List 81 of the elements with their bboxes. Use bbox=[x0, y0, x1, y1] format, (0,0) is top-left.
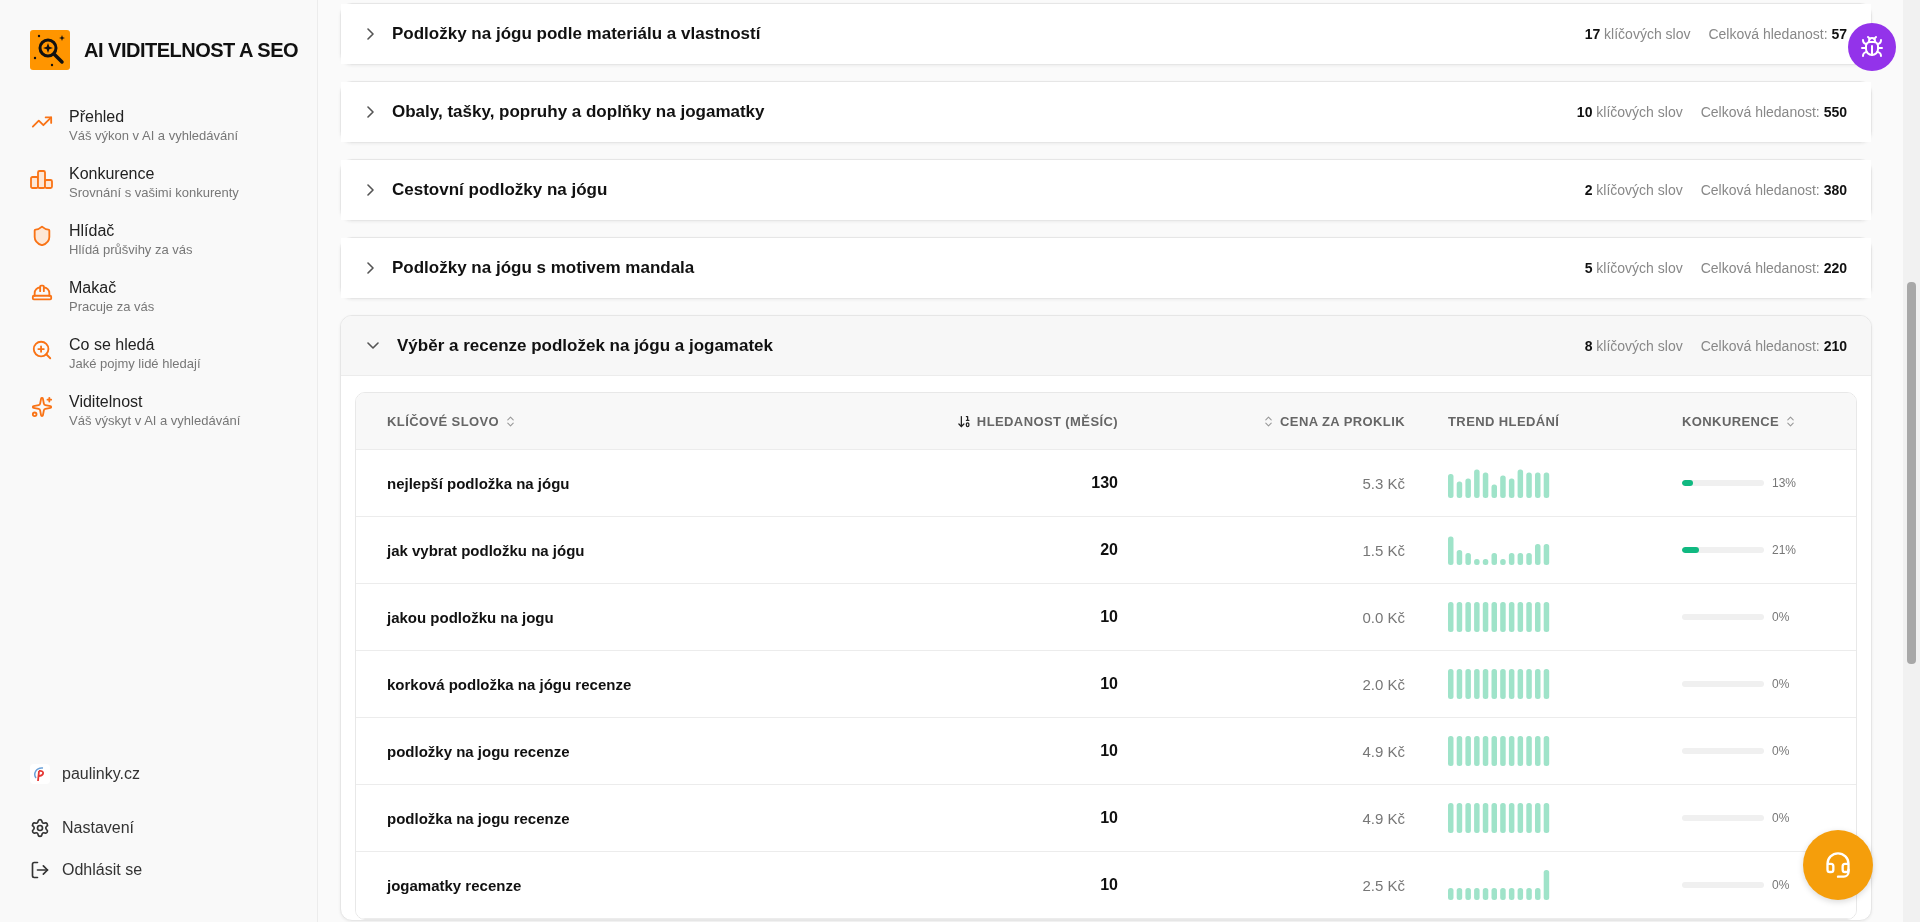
keyword-cell-text: jogamatky recenze bbox=[387, 876, 523, 894]
brand-title: AI VIDITELNOST A SEO bbox=[84, 38, 299, 62]
total-volume: Celková hledanost: 210 bbox=[1700, 337, 1847, 354]
total-volume: Celková hledanost: 57 bbox=[1708, 26, 1847, 42]
competition-percent: 13% bbox=[1772, 476, 1797, 490]
keyword-cell-text: podložka na jogu recenze bbox=[387, 809, 571, 827]
keyword-count: 5 klíčových slov bbox=[1584, 260, 1683, 276]
column-header[interactable]: KLÍČOVÉ SLOVO bbox=[387, 413, 858, 429]
column-header: TREND HLEDÁNÍ bbox=[1447, 413, 1561, 429]
site-name: paulinky.cz bbox=[62, 765, 140, 783]
chevron-right-icon bbox=[367, 184, 374, 196]
competition-percent: 21% bbox=[1772, 543, 1797, 557]
keyword-count: 2 klíčových slov bbox=[1584, 182, 1683, 198]
keyword-count: 10 klíčových slov bbox=[1576, 104, 1683, 120]
chevron-right-icon bbox=[367, 28, 374, 40]
group-title: Podložky na jógu podle materiálu a vlastností bbox=[392, 24, 762, 44]
total-volume: Celková hledanost: 220 bbox=[1700, 260, 1847, 276]
sparkle-icon bbox=[31, 396, 53, 418]
keyword-cell-text: korková podložka na jógu recenze bbox=[387, 675, 633, 693]
group-title: Cestovní podložky na jógu bbox=[392, 180, 609, 200]
bug-icon bbox=[1860, 35, 1884, 59]
keyword-cell-text: jak vybrat podložku na jógu bbox=[387, 541, 586, 559]
group-header[interactable]: Podložky na jógu podle materiálu a vlastností 17 klíčových slov Celková hledanost: 57 bbox=[341, 4, 1871, 64]
footer-link[interactable]: Odhlásit se bbox=[30, 860, 317, 880]
cpc-cell-text: 1.5 Kč bbox=[1361, 541, 1405, 559]
logo-icon bbox=[30, 30, 70, 70]
volume-cell-text: 10 bbox=[1099, 742, 1118, 760]
volume-cell-text: 20 bbox=[1099, 541, 1118, 559]
shield-icon bbox=[31, 225, 53, 247]
competition-percent: 0% bbox=[1772, 677, 1790, 691]
sort-descending-icon bbox=[956, 413, 972, 429]
group-header[interactable]: Výběr a recenze podložek na jógu a jogamatek 8 klíčových slov Celková hledanost: 210 bbox=[341, 316, 1871, 376]
nav-item[interactable]: Co se hledá Jaké pojmy lidé hledají bbox=[30, 336, 317, 371]
chevron-right-icon bbox=[367, 262, 374, 274]
search-icon bbox=[31, 339, 53, 361]
bug-report-button[interactable] bbox=[1848, 23, 1896, 71]
footer-link[interactable]: Nastavení bbox=[30, 818, 317, 838]
column-header[interactable]: HLEDANOST (MĚSÍC) bbox=[858, 413, 1118, 429]
cpc-cell-text: 2.5 Kč bbox=[1361, 876, 1405, 894]
keyword-count: 8 klíčových slov bbox=[1584, 337, 1683, 354]
cpc-cell-text: 0.0 Kč bbox=[1361, 608, 1405, 626]
nav-item[interactable]: Přehled Váš výkon v AI a vyhledávání bbox=[30, 108, 317, 143]
group-title: Podložky na jógu s motivem mandala bbox=[392, 258, 696, 278]
keyword-cell-text: nejlepší podložka na jógu bbox=[387, 474, 571, 492]
keyword-count: 17 klíčových slov bbox=[1584, 26, 1691, 42]
group-header[interactable]: Cestovní podložky na jógu 2 klíčových slov Celková hledanost: 380 bbox=[341, 160, 1871, 220]
nav-item[interactable]: Hlídač Hlídá průšvihy za vás bbox=[30, 222, 317, 257]
cpc-cell-text: 4.9 Kč bbox=[1361, 742, 1405, 760]
volume-cell-text: 10 bbox=[1099, 608, 1118, 626]
column-header[interactable]: KONKURENCE bbox=[1682, 413, 1856, 429]
logout-icon bbox=[30, 860, 50, 880]
scrollbar[interactable] bbox=[1903, 0, 1920, 922]
chevron-right-icon bbox=[367, 106, 374, 118]
settings-icon bbox=[30, 818, 50, 838]
site-favicon-icon bbox=[30, 764, 50, 784]
chevron-down-icon bbox=[367, 342, 379, 349]
volume-cell-text: 10 bbox=[1099, 675, 1118, 693]
keyword-cell-text: podložky na jogu recenze bbox=[387, 742, 571, 760]
competition-percent: 0% bbox=[1772, 744, 1790, 758]
group-title: Výběr a recenze podložek na jógu a jogamatek bbox=[397, 335, 774, 356]
volume-cell-text: 10 bbox=[1099, 876, 1118, 894]
competition-percent: 0% bbox=[1772, 610, 1790, 624]
volume-cell-text: 130 bbox=[1090, 474, 1118, 492]
total-volume: Celková hledanost: 380 bbox=[1700, 182, 1847, 198]
nav-item[interactable]: Viditelnost Váš výskyt v AI a vyhledávání bbox=[30, 393, 317, 428]
volume-cell-text: 10 bbox=[1099, 809, 1118, 827]
group-title: Obaly, tašky, popruhy a doplňky na jogamatky bbox=[392, 102, 766, 122]
competition-percent: 0% bbox=[1772, 878, 1790, 892]
competition-percent: 0% bbox=[1772, 811, 1790, 825]
cpc-cell-text: 5.3 Kč bbox=[1361, 474, 1405, 492]
cpc-cell-text: 2.0 Kč bbox=[1361, 675, 1405, 693]
nav-item[interactable]: Konkurence Srovnání s vašimi konkurenty bbox=[30, 165, 317, 200]
headset-icon bbox=[1824, 851, 1852, 879]
column-header[interactable]: CENA ZA PROKLIK bbox=[1118, 413, 1405, 429]
group-header[interactable]: Podložky na jógu s motivem mandala 5 klíčových slov Celková hledanost: 220 bbox=[341, 238, 1871, 298]
cpc-cell-text: 4.9 Kč bbox=[1361, 809, 1405, 827]
nav-item[interactable]: Makač Pracuje za vás bbox=[30, 279, 317, 314]
group-header[interactable]: Obaly, tašky, popruhy a doplňky na jogamatky 10 klíčových slov Celková hledanost: 550 bbox=[341, 82, 1871, 142]
total-volume: Celková hledanost: 550 bbox=[1700, 104, 1847, 120]
keyword-cell-text: jakou podložku na jogu bbox=[387, 608, 555, 626]
bar-chart-icon bbox=[30, 169, 54, 189]
